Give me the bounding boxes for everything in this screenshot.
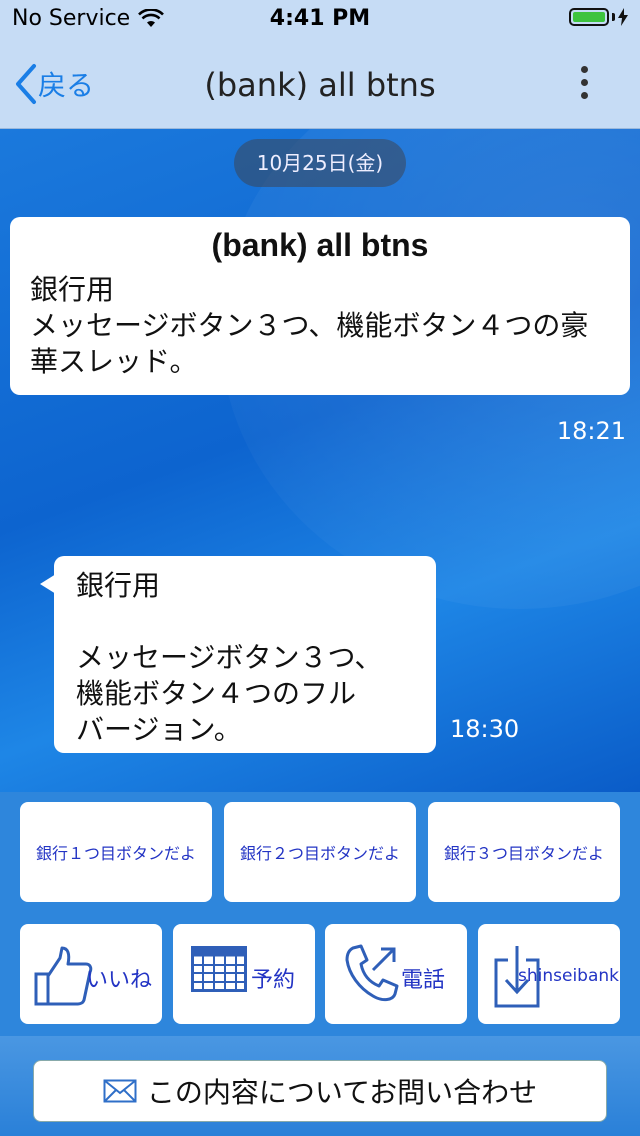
reserve-button[interactable]: 予約 (173, 924, 315, 1024)
charging-bolt-icon (618, 8, 628, 26)
battery-fill (573, 12, 605, 22)
back-button[interactable]: 戻る (14, 62, 94, 106)
like-button[interactable]: いいね (20, 924, 162, 1024)
phone-icon (345, 944, 399, 1002)
message-buttons-row: 銀行１つ目ボタンだよ 銀行２つ目ボタンだよ 銀行３つ目ボタンだよ (0, 792, 640, 916)
navigation-bar: 戻る (bank) all btns (0, 40, 640, 129)
shinseibank-button[interactable]: shinseibank (478, 924, 620, 1024)
message-button-3[interactable]: 銀行３つ目ボタンだよ (428, 802, 620, 902)
phone-button[interactable]: 電話 (325, 924, 467, 1024)
chat-area[interactable]: 10月25日(金) (bank) all btns 銀行用 メッセージボタン３つ… (0, 129, 640, 792)
message-button-1[interactable]: 銀行１つ目ボタンだよ (20, 802, 212, 902)
envelope-icon (103, 1079, 137, 1103)
card-timestamp: 18:21 (556, 417, 626, 445)
message-button-2[interactable]: 銀行２つ目ボタンだよ (224, 802, 416, 902)
thumbs-up-icon (34, 946, 93, 1006)
more-options-button[interactable] (578, 66, 590, 99)
inquiry-label: この内容についてお問い合わせ (146, 1076, 538, 1109)
message-bubble: 銀行用 メッセージボタン３つ、 機能ボタン４つのフル バージョン。 (54, 556, 436, 753)
shinseibank-label: shinseibank (518, 966, 619, 986)
phone-label: 電話 (401, 968, 446, 993)
battery-icon (569, 8, 628, 26)
footer-bar: この内容についてお問い合わせ (0, 1036, 640, 1136)
like-label: いいね (86, 968, 153, 993)
bubble-timestamp: 18:30 (450, 715, 520, 743)
function-buttons-row: いいね 予約 電話 shinseibank (0, 914, 640, 1036)
date-separator: 10月25日(金) (234, 139, 406, 187)
status-bar: No Service 4:41 PM (0, 0, 640, 40)
status-time: 4:41 PM (269, 6, 371, 31)
inquiry-button[interactable]: この内容についてお問い合わせ (33, 1060, 607, 1122)
reserve-label: 予約 (251, 968, 296, 993)
calendar-grid-icon (191, 946, 247, 992)
more-dots-icon (580, 66, 588, 73)
card-title: (bank) all btns (211, 227, 429, 263)
card-body: 銀行用 メッセージボタン３つ、機能ボタン４つの豪華スレッド。 (30, 273, 589, 378)
back-label: 戻る (38, 69, 95, 102)
page-title: (bank) all btns (204, 66, 436, 104)
chevron-left-icon (16, 64, 36, 104)
message-card: (bank) all btns 銀行用 メッセージボタン３つ、機能ボタン４つの豪… (10, 217, 630, 395)
